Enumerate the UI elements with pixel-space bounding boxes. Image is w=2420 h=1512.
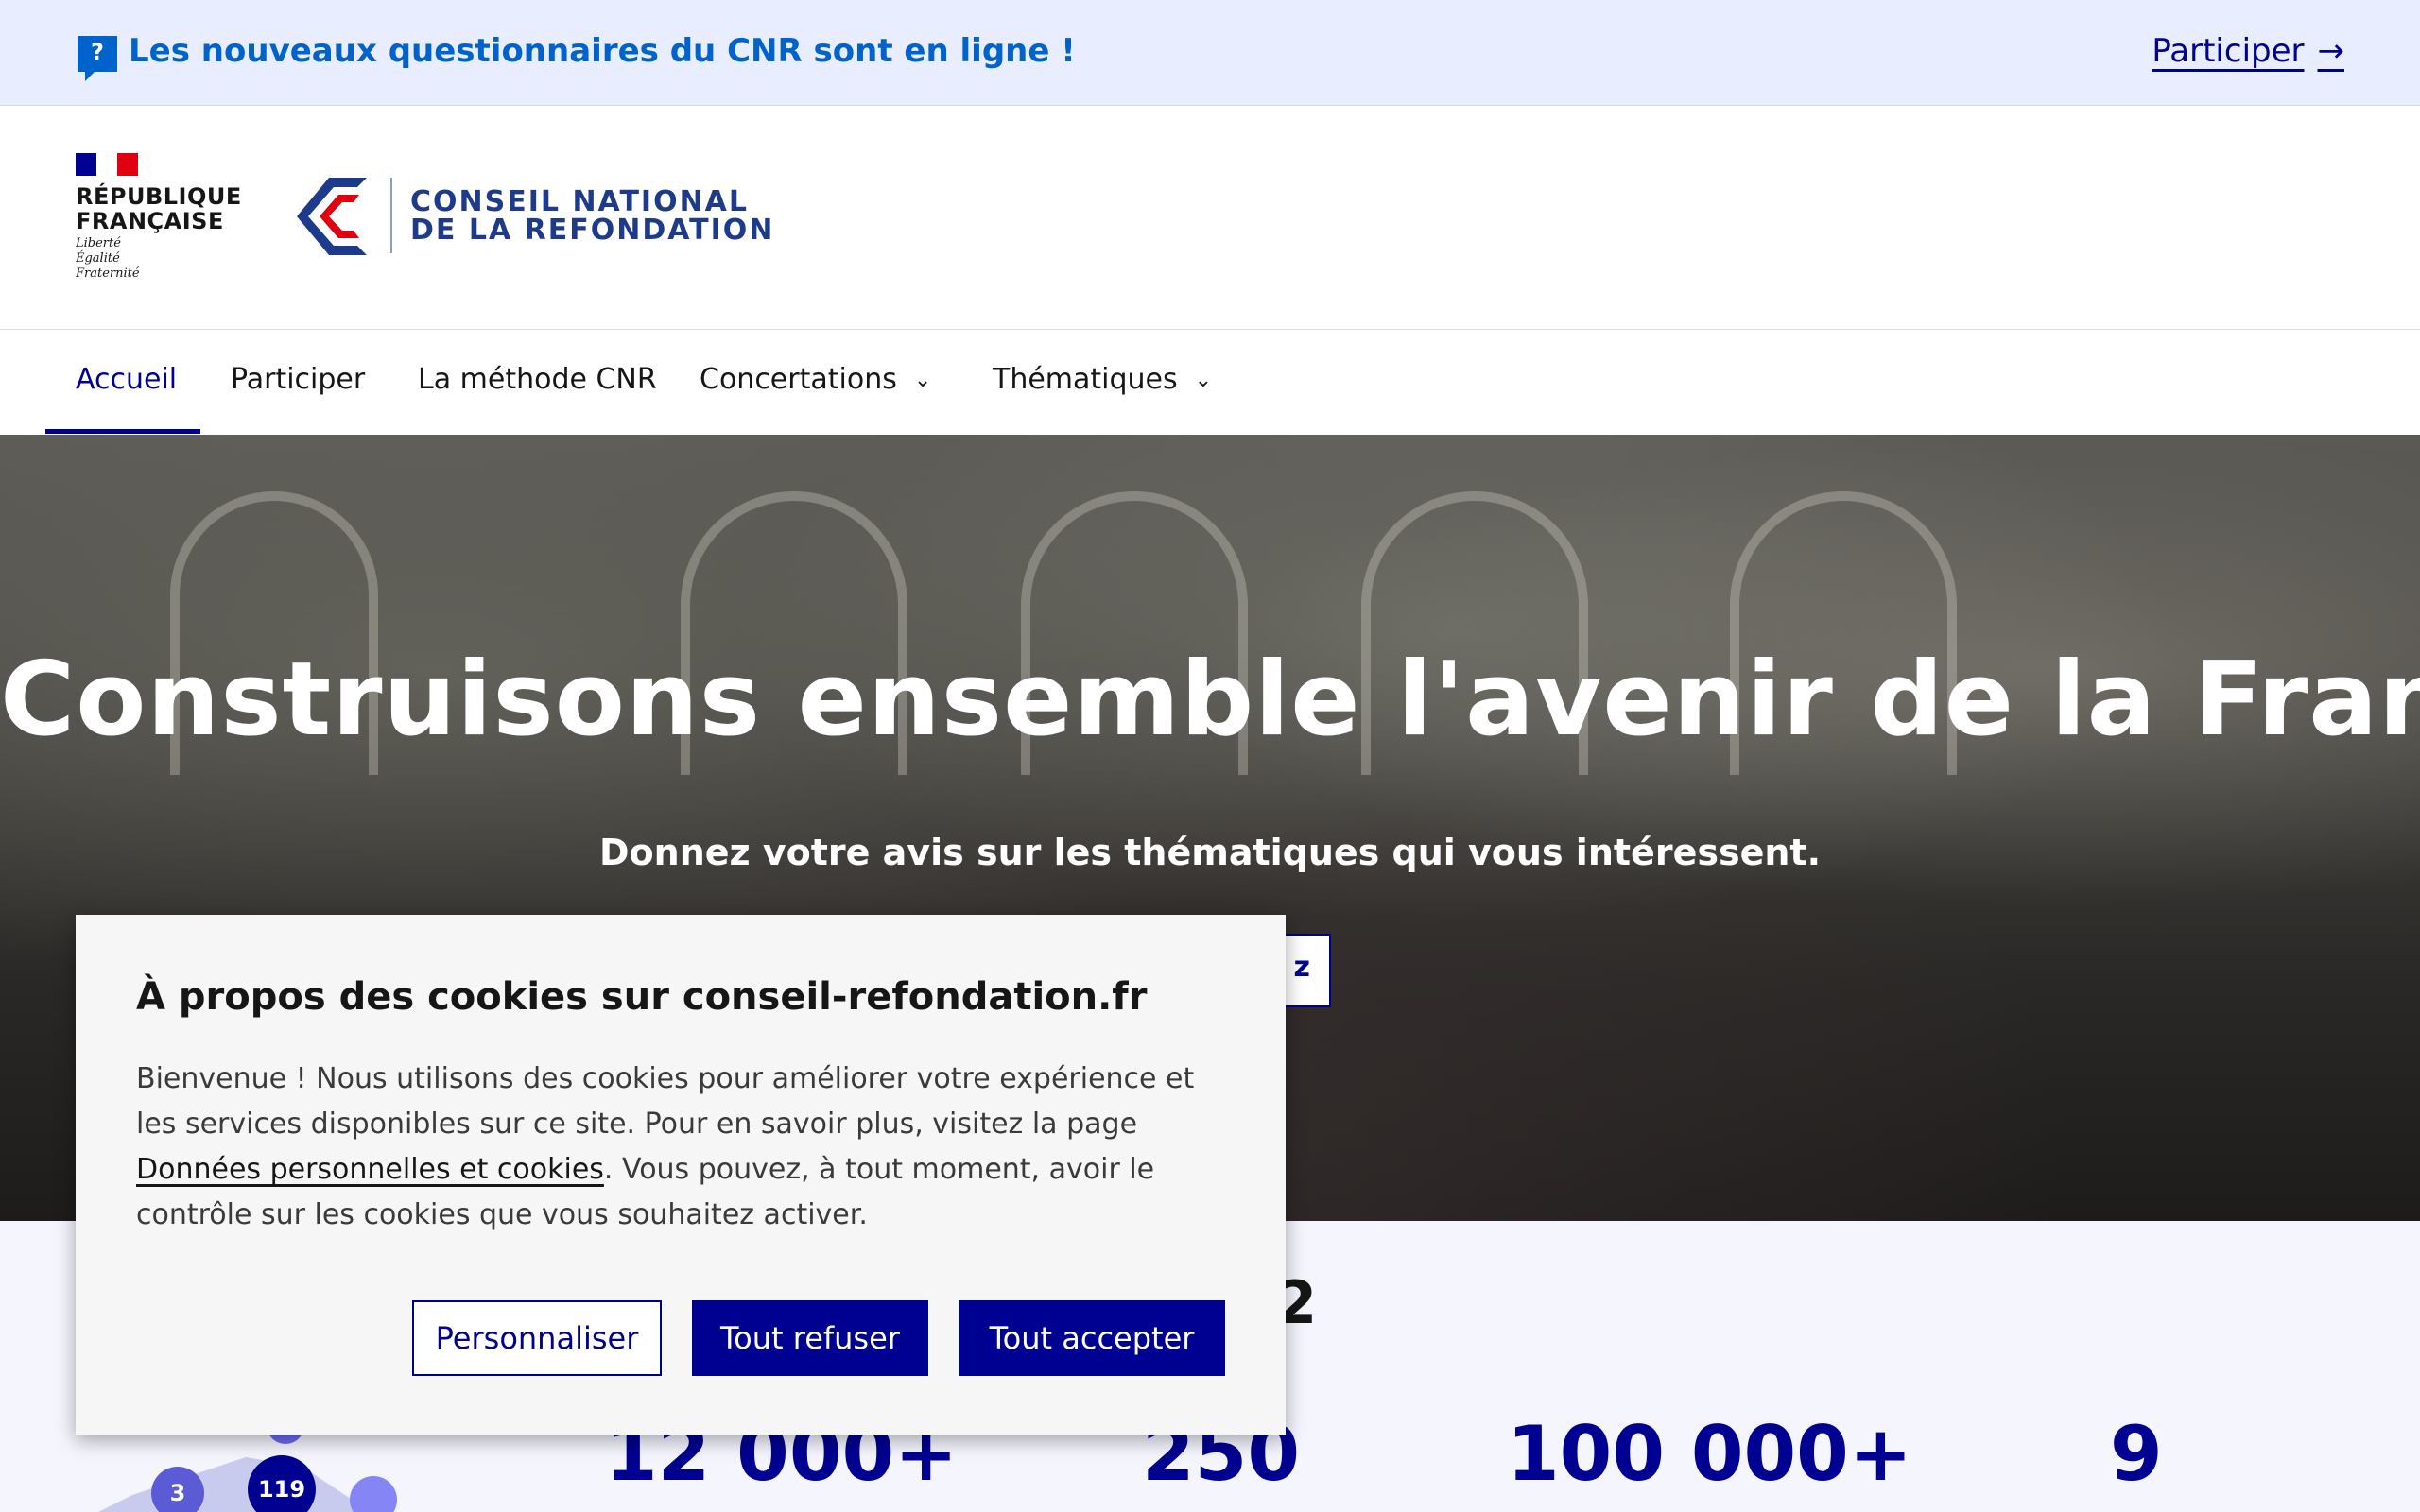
cookie-consent-banner: À propos des cookies sur conseil-refonda… <box>76 915 1286 1435</box>
notice-text: Les nouveaux questionnaires du CNR sont … <box>129 32 1076 70</box>
customize-cookies-button[interactable]: Personnaliser <box>412 1300 662 1376</box>
cookie-description: Bienvenue ! Nous utilisons des cookies p… <box>136 1057 1204 1238</box>
nav-active-indicator <box>45 429 200 434</box>
question-icon: ? <box>78 36 117 81</box>
nav-thematiques-label: Thématiques <box>993 363 1178 396</box>
notice-bar: ? Les nouveaux questionnaires du CNR son… <box>0 0 2420 106</box>
motto-egalite: Égalité <box>76 251 120 266</box>
arrow-right-icon: → <box>2317 32 2345 70</box>
hero-subtitle: Donnez votre avis sur les thématiques qu… <box>599 832 1821 873</box>
cnr-logo-icon[interactable] <box>291 168 382 265</box>
gov-name-line1: RÉPUBLIQUE <box>76 183 242 210</box>
cookie-body-text: Bienvenue ! Nous utilisons des cookies p… <box>136 1062 1195 1141</box>
chevron-down-icon: ⌄ <box>1194 369 1213 392</box>
nav-item-accueil[interactable]: Accueil <box>76 363 177 396</box>
stat-value-contributions: 100 000+ <box>1507 1410 1912 1498</box>
marianne-flag-logo <box>76 153 138 176</box>
chevron-down-icon: ⌄ <box>913 369 932 392</box>
nav-item-methode-cnr[interactable]: La méthode CNR <box>418 363 657 396</box>
nav-item-participer[interactable]: Participer <box>231 363 365 396</box>
privacy-policy-link[interactable]: Données personnelles et cookies <box>136 1153 604 1186</box>
stat-value-thematiques: 9 <box>2110 1410 2163 1498</box>
motto-liberte: Liberté <box>76 236 121 250</box>
map-bubble[interactable]: 3 <box>151 1467 204 1512</box>
nav-item-concertations[interactable]: Concertations ⌄ <box>700 363 931 396</box>
main-nav: Accueil Participer La méthode CNR Concer… <box>0 331 2420 435</box>
logo-separator <box>390 178 392 253</box>
nav-item-thematiques[interactable]: Thématiques ⌄ <box>993 363 1212 396</box>
motto-fraternite: Fraternité <box>76 266 140 281</box>
nav-concertations-label: Concertations <box>700 363 897 396</box>
refuse-all-cookies-button[interactable]: Tout refuser <box>692 1300 928 1376</box>
gov-name-line2: FRANÇAISE <box>76 208 224 234</box>
cookie-title: À propos des cookies sur conseil-refonda… <box>136 975 1148 1019</box>
notice-link-label: Participer <box>2152 32 2305 70</box>
accept-all-cookies-button[interactable]: Tout accepter <box>959 1300 1225 1376</box>
site-header: RÉPUBLIQUE FRANÇAISE Liberté Égalité Fra… <box>0 106 2420 330</box>
notice-participer-link[interactable]: Participer → <box>2152 32 2344 70</box>
site-name-line2[interactable]: DE LA REFONDATION <box>410 214 774 247</box>
hero-title: Construisons ensemble l'avenir de la Fra… <box>0 641 2420 759</box>
